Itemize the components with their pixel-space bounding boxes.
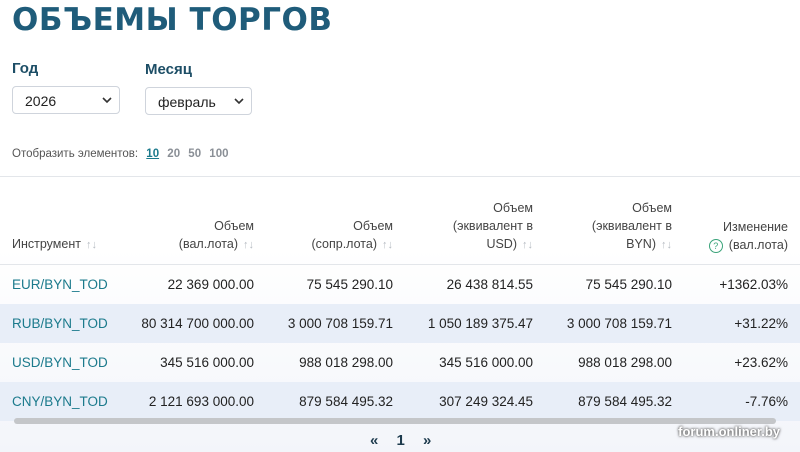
year-select-value: 2026: [25, 93, 57, 109]
sort-arrows-icon[interactable]: ↑↓: [382, 239, 393, 251]
page-size-selector: Отобразить элементов: 10 20 50 100: [12, 148, 228, 160]
volume-byn-cell: 988 018 298.00: [578, 355, 672, 370]
volume-usd-cell: 307 249 324.45: [405, 382, 545, 421]
table-row: EUR/BYN_TOD 22 369 000.00 75 545 290.10 …: [0, 265, 800, 305]
column-header-instrument[interactable]: Инструмент ↑↓: [0, 176, 125, 265]
volume-usd-cell: 1 050 189 375.47: [405, 304, 545, 343]
header-label: USD): [486, 237, 517, 251]
column-header-volume-conj[interactable]: Объем (сопр.лота) ↑↓: [266, 176, 405, 265]
volume-usd-cell: 26 438 814.55: [446, 277, 533, 292]
change-cell: -7.76%: [684, 382, 800, 421]
table-row: RUB/BYN_TOD 80 314 700 000.00 3 000 708 …: [0, 304, 800, 343]
year-label: Год: [12, 60, 39, 77]
column-header-volume-lot[interactable]: Объем (вал.лота) ↑↓: [125, 176, 266, 265]
watermark: forum.onliner.by: [678, 424, 780, 439]
header-label: (вал.лота): [728, 238, 788, 252]
header-label: Объем: [493, 201, 533, 215]
change-cell: +31.22%: [684, 304, 800, 343]
volume-lot-cell: 22 369 000.00: [167, 277, 254, 292]
change-cell: +1362.03%: [719, 277, 788, 292]
table-header-row: Инструмент ↑↓ Объем (вал.лота) ↑↓ Объем (с…: [0, 176, 800, 265]
year-select[interactable]: 2026: [12, 86, 120, 114]
chevron-down-icon: [234, 98, 244, 105]
instrument-cell[interactable]: USD/BYN_TOD: [0, 343, 125, 382]
sort-arrows-icon[interactable]: ↑↓: [243, 239, 254, 251]
header-label: Объем: [353, 219, 393, 233]
volume-usd-cell: 345 516 000.00: [439, 355, 533, 370]
instrument-cell[interactable]: EUR/BYN_TOD: [0, 265, 125, 305]
prev-page-button[interactable]: «: [370, 432, 378, 449]
sort-arrows-icon[interactable]: ↑↓: [661, 239, 672, 251]
volume-conj-cell: 988 018 298.00: [299, 355, 393, 370]
page-size-option[interactable]: 10: [146, 148, 159, 160]
sort-arrows-icon[interactable]: ↑↓: [86, 239, 97, 251]
header-label: BYN): [626, 237, 656, 251]
volume-lot-cell: 2 121 693 000.00: [125, 382, 266, 421]
volume-conj-cell: 75 545 290.10: [306, 277, 393, 292]
instrument-cell[interactable]: CNY/BYN_TOD: [0, 382, 125, 421]
volume-byn-cell: 3 000 708 159.71: [545, 304, 684, 343]
table-row: CNY/BYN_TOD 2 121 693 000.00 879 584 495…: [0, 382, 800, 421]
header-label: Объем: [632, 201, 672, 215]
volume-lot-cell: 80 314 700 000.00: [125, 304, 266, 343]
header-label: Изменение: [723, 220, 788, 234]
column-header-change[interactable]: Изменение ? (вал.лота): [684, 176, 800, 265]
month-select-value: февраль: [158, 94, 216, 110]
page-size-option[interactable]: 100: [209, 148, 228, 160]
page-size-label: Отобразить элементов:: [12, 148, 139, 160]
instrument-cell[interactable]: RUB/BYN_TOD: [0, 304, 125, 343]
page-size-option[interactable]: 50: [188, 148, 201, 160]
month-label: Месяц: [145, 61, 192, 78]
column-header-volume-byn[interactable]: Объем (эквивалент в BYN) ↑↓: [545, 176, 684, 265]
horizontal-scrollbar[interactable]: [14, 418, 776, 424]
next-page-button[interactable]: »: [423, 432, 431, 449]
column-header-volume-usd[interactable]: Объем (эквивалент в USD) ↑↓: [405, 176, 545, 265]
trading-volume-table: Инструмент ↑↓ Объем (вал.лота) ↑↓ Объем (с…: [0, 176, 800, 421]
volume-byn-cell: 879 584 495.32: [545, 382, 684, 421]
volume-byn-cell: 75 545 290.10: [585, 277, 672, 292]
change-cell: +23.62%: [734, 355, 788, 370]
month-select[interactable]: февраль: [145, 87, 252, 115]
volume-conj-cell: 3 000 708 159.71: [266, 304, 405, 343]
page-title: ОБЪЕМЫ ТОРГОВ: [12, 2, 333, 38]
volume-lot-cell: 345 516 000.00: [160, 355, 254, 370]
chevron-down-icon: [102, 97, 112, 104]
question-circle-icon[interactable]: ?: [708, 238, 723, 253]
header-label: Инструмент: [12, 237, 81, 251]
header-label: (эквивалент в: [452, 219, 533, 233]
page-size-option[interactable]: 20: [167, 148, 180, 160]
volume-conj-cell: 879 584 495.32: [266, 382, 405, 421]
sort-arrows-icon[interactable]: ↑↓: [522, 239, 533, 251]
header-label: (сопр.лота): [311, 237, 377, 251]
current-page[interactable]: 1: [397, 432, 405, 449]
table-row: USD/BYN_TOD 345 516 000.00 988 018 298.0…: [0, 343, 800, 382]
header-label: (эквивалент в: [591, 219, 672, 233]
pagination: « 1 »: [370, 432, 445, 449]
